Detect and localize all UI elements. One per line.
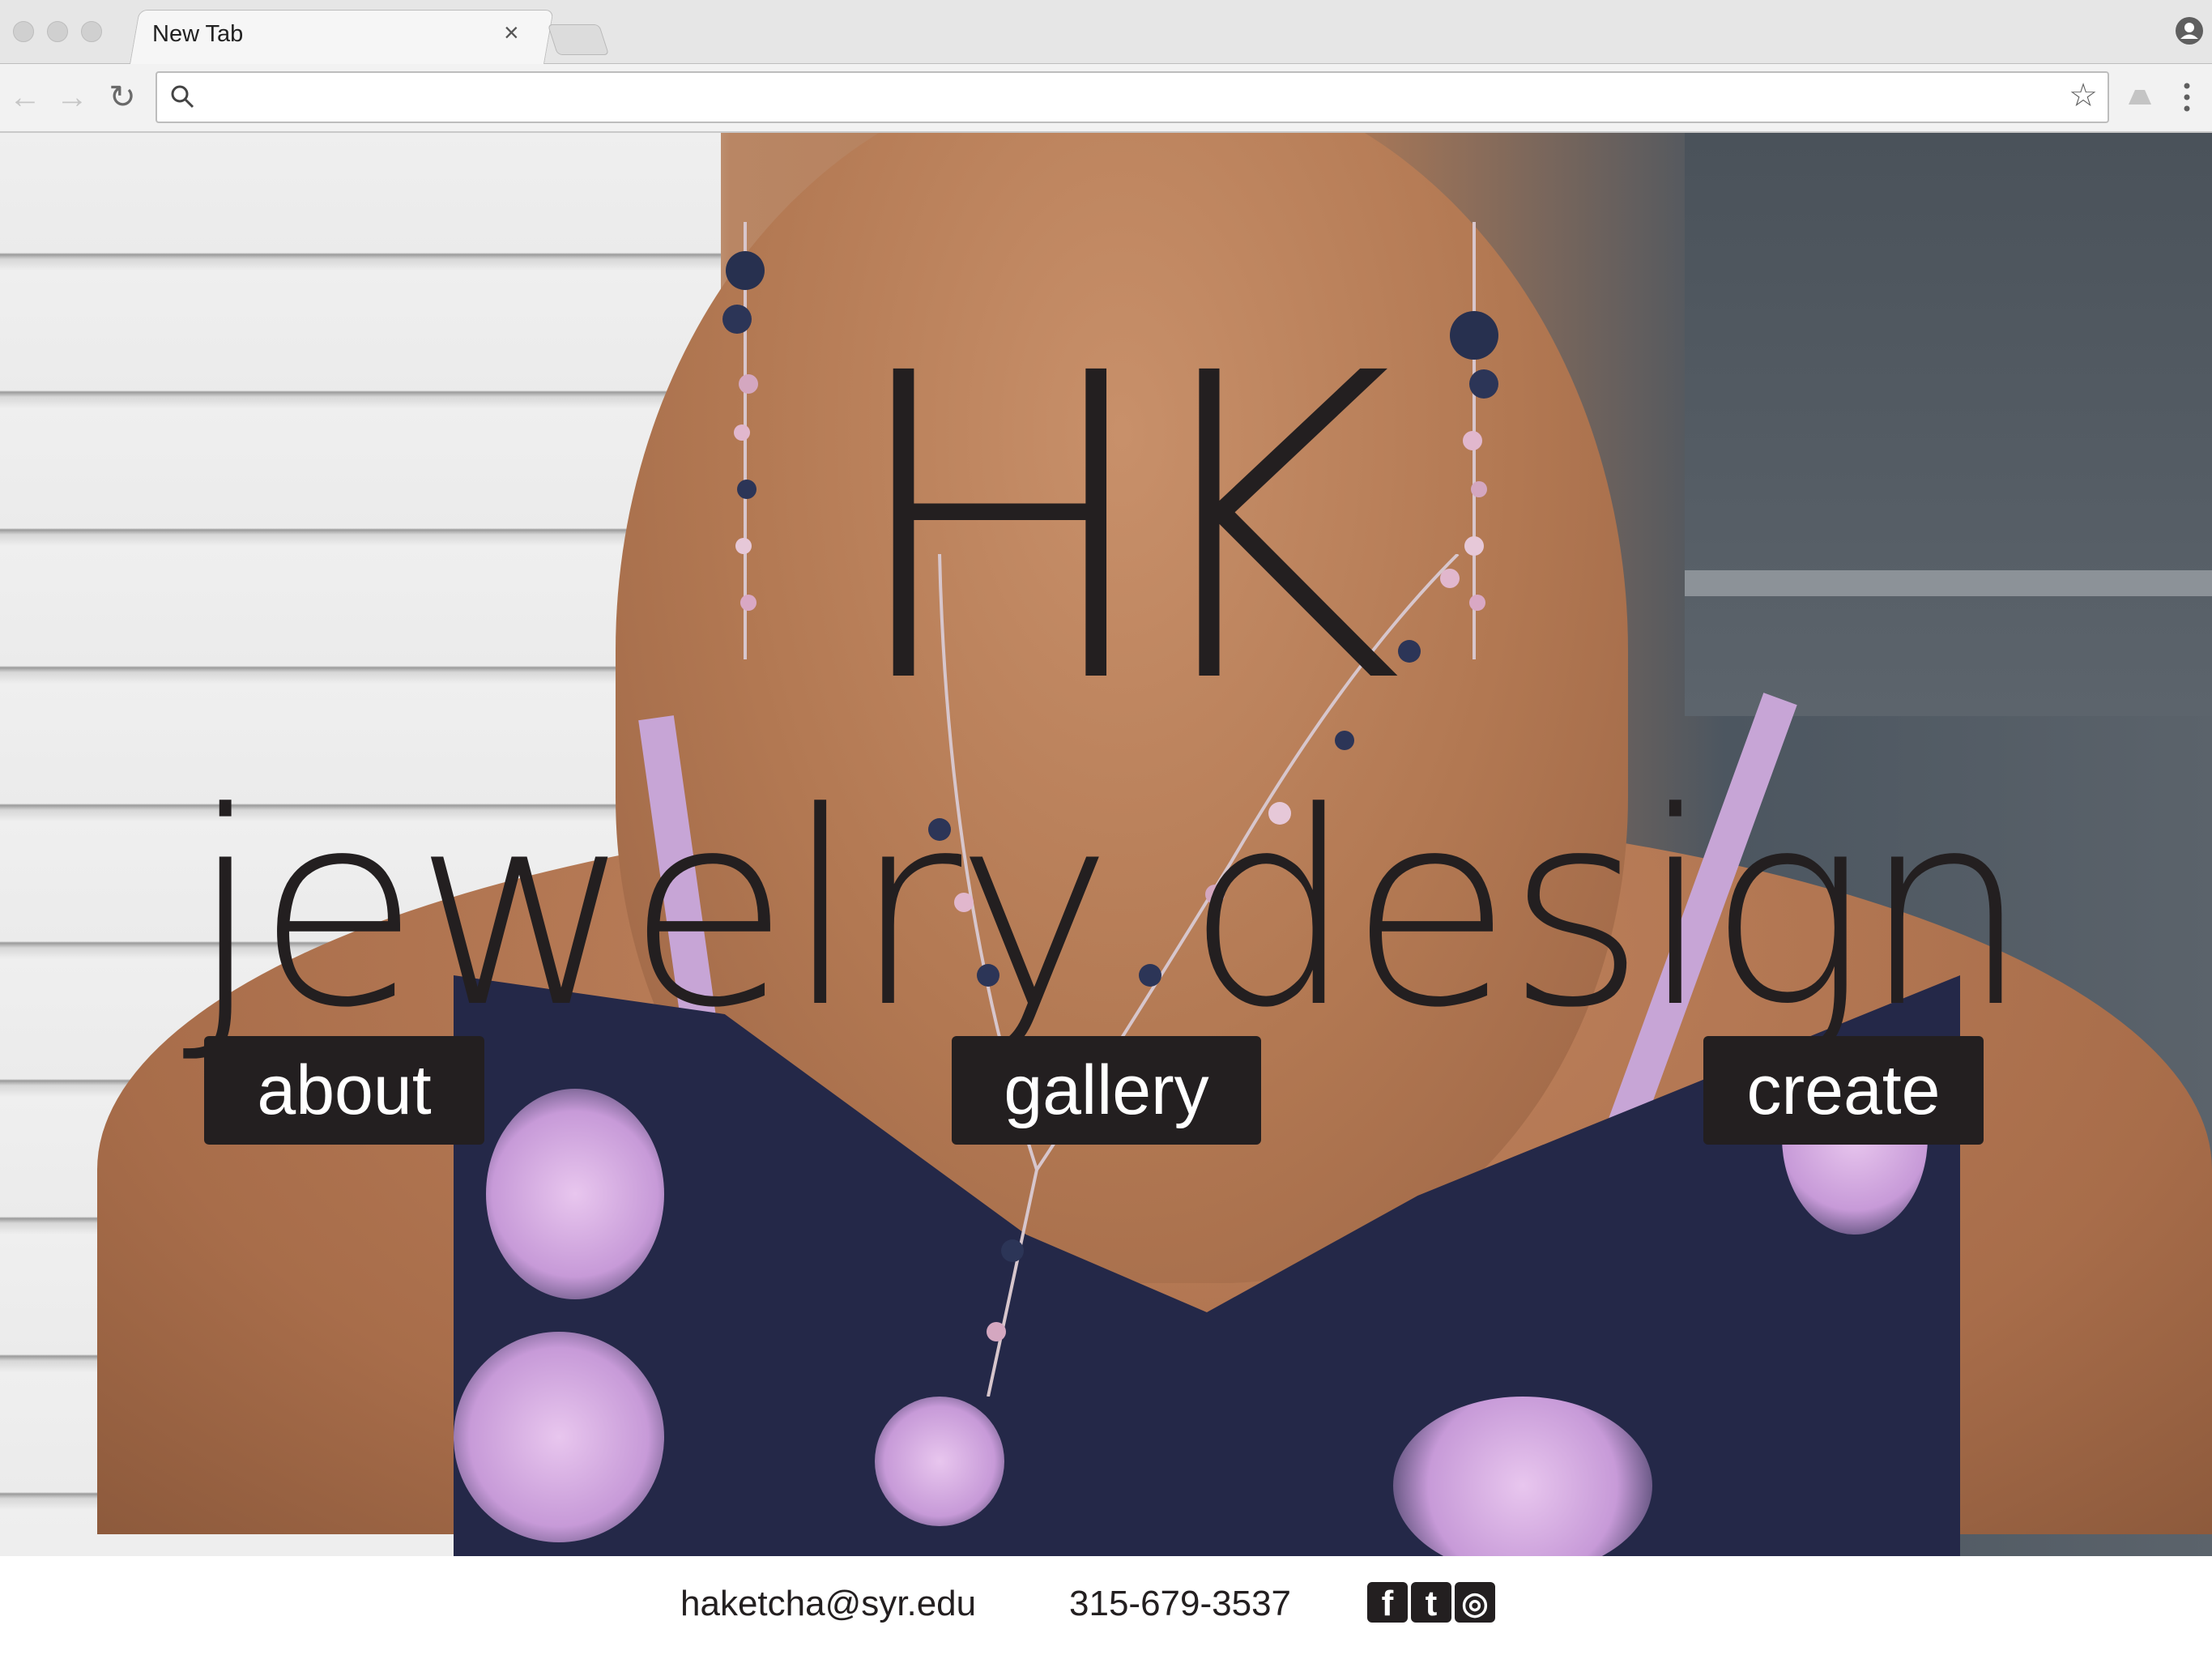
close-window-icon[interactable] [13,21,34,42]
address-bar[interactable]: ☆ [156,71,2109,123]
contact-phone: 315-679-3537 [1069,1584,1292,1623]
tab-title: New Tab [152,21,244,47]
contact-email[interactable]: haketcha@syr.edu [680,1584,976,1624]
about-button[interactable]: about [204,1036,484,1145]
dress-flower [875,1397,1004,1526]
gallery-button[interactable]: gallery [952,1036,1261,1145]
browser-chrome: New Tab × ← → ↻ ☆ [0,0,2212,133]
new-tab-button[interactable] [547,24,610,55]
create-button[interactable]: create [1703,1036,1984,1145]
browser-toolbar: ← → ↻ ☆ [0,64,2212,131]
minimize-window-icon[interactable] [47,21,68,42]
footer: haketcha@syr.edu 315-679-3537 f t ◎ [0,1556,2212,1659]
twitter-icon[interactable]: t [1411,1582,1451,1623]
maximize-window-icon[interactable] [81,21,102,42]
bookmark-star-icon[interactable]: ☆ [2069,78,2098,113]
dress-flower [486,1089,664,1299]
menu-dots-icon[interactable] [2179,79,2195,116]
reload-icon[interactable]: ↻ [104,79,141,116]
address-input[interactable] [214,79,1999,117]
hero-background-photo: HK jewelry design about gallery create [0,133,2212,1556]
extension-icon[interactable] [2124,80,2156,113]
back-arrow-icon[interactable]: ← [6,79,44,116]
forward-arrow-icon[interactable]: → [53,79,91,116]
logo-hk: HK [842,284,1402,775]
profile-icon[interactable] [2175,16,2204,45]
search-icon [171,85,194,109]
facebook-icon[interactable]: f [1367,1582,1408,1623]
dress-flower [454,1332,664,1542]
tab-strip: New Tab × [0,0,2212,64]
instagram-icon[interactable]: ◎ [1455,1582,1495,1623]
tab-close-icon[interactable]: × [504,19,519,45]
brand-tagline: jewelry design [188,755,2030,1066]
